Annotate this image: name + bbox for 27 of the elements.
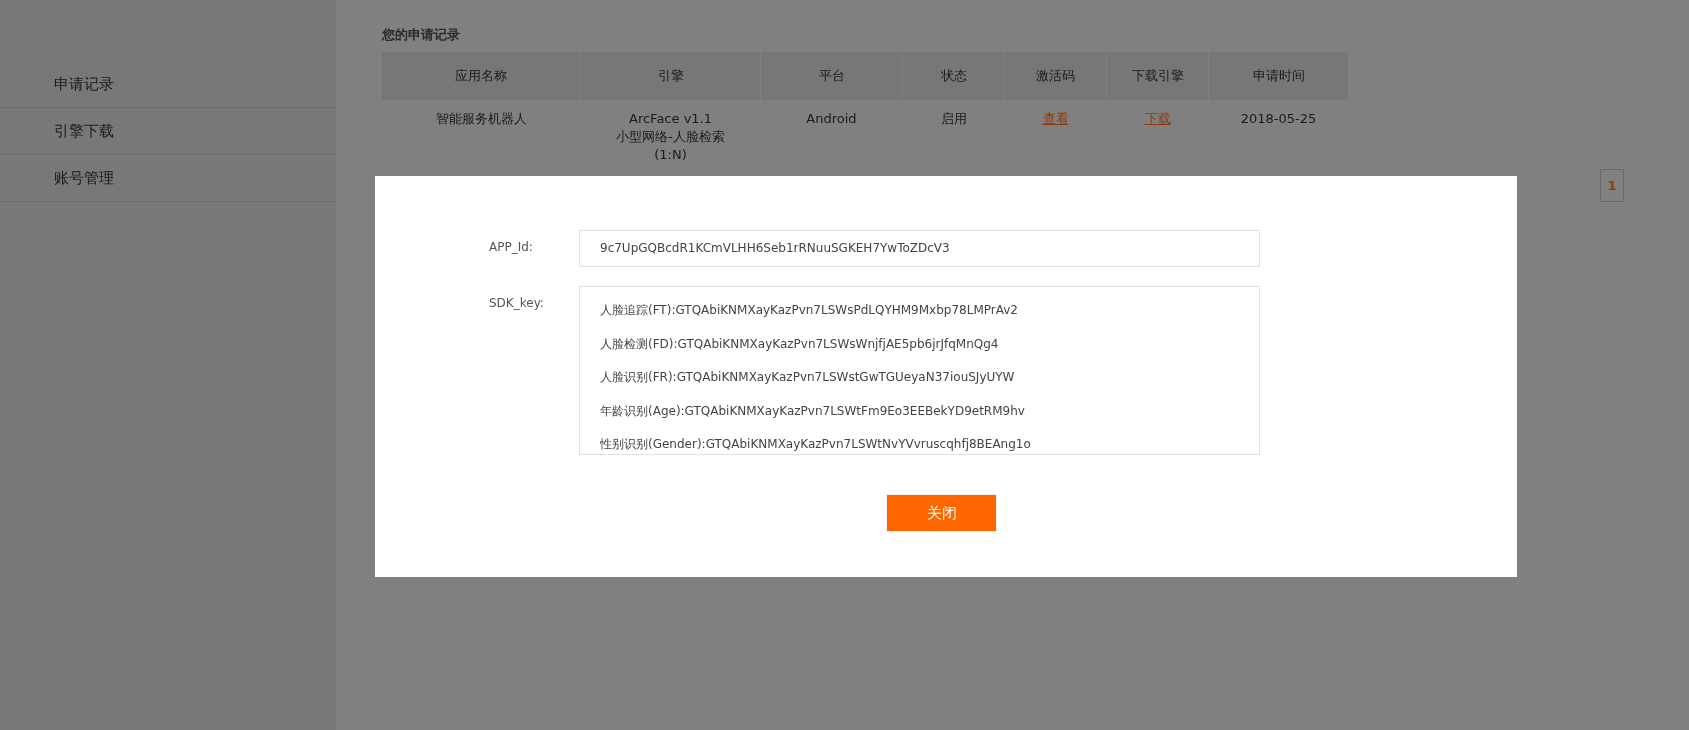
- download-link[interactable]: 下载: [1144, 111, 1171, 126]
- close-button[interactable]: 关闭: [886, 494, 997, 532]
- column-header: 下载引擎: [1106, 52, 1209, 100]
- sdk-key-line: 人脸识别(FR):GTQAbiKNMXayKazPvn7LSWstGwTGUeyaN37iouSJyUYW: [600, 369, 1016, 386]
- column-header: 状态: [902, 52, 1005, 100]
- column-header: 平台: [760, 52, 903, 100]
- table-cell: 启用: [902, 100, 1005, 171]
- sdk-key-line: 人脸检测(FD):GTQAbiKNMXayKazPvn7LSWsWnjfjAE5pb6jrJfqMnQg4: [600, 335, 1000, 353]
- sdk-key-line: 性别识别(Gender):GTQAbiKNMXayKazPvn7LSWtNvYVvruscqhfj8BEAng1o: [600, 436, 1032, 453]
- column-header: 引擎: [580, 52, 761, 100]
- column-header: 申请时间: [1208, 52, 1349, 100]
- view-link[interactable]: 查看: [1042, 111, 1069, 126]
- table-cell: 智能服务机器人: [382, 100, 581, 171]
- app-id-field[interactable]: 9c7UpGQBcdR1KCmVLHH6Seb1rRNuuSGKEH7YwToZDcV3: [579, 230, 1260, 267]
- sdk-key-line: 年龄识别(Age):GTQAbiKNMXayKazPvn7LSWtFm9Eo3EEBekYD9etRM9hv: [600, 402, 1026, 420]
- column-header: 激活码: [1004, 52, 1107, 100]
- field-label: SDK_key:: [489, 295, 545, 312]
- table-cell: Android: [760, 100, 903, 171]
- field-label: APP_Id:: [489, 239, 534, 256]
- sidebar-item[interactable]: 申请记录: [0, 61, 336, 108]
- column-header: 应用名称: [382, 52, 581, 100]
- table-cell: 2018-05-25: [1208, 100, 1349, 171]
- sdk-key-line: 人脸追踪(FT):GTQAbiKNMXayKazPvn7LSWsPdLQYHM9Mxbp78LMPrAv2: [600, 302, 1019, 319]
- sidebar-item[interactable]: 引擎下载: [0, 108, 336, 155]
- table-cell: ArcFace v1.1 小型网络-人脸检索 (1:N): [580, 100, 761, 171]
- section-title: 您的申请记录: [382, 26, 461, 44]
- sidebar-item[interactable]: 账号管理: [0, 155, 336, 202]
